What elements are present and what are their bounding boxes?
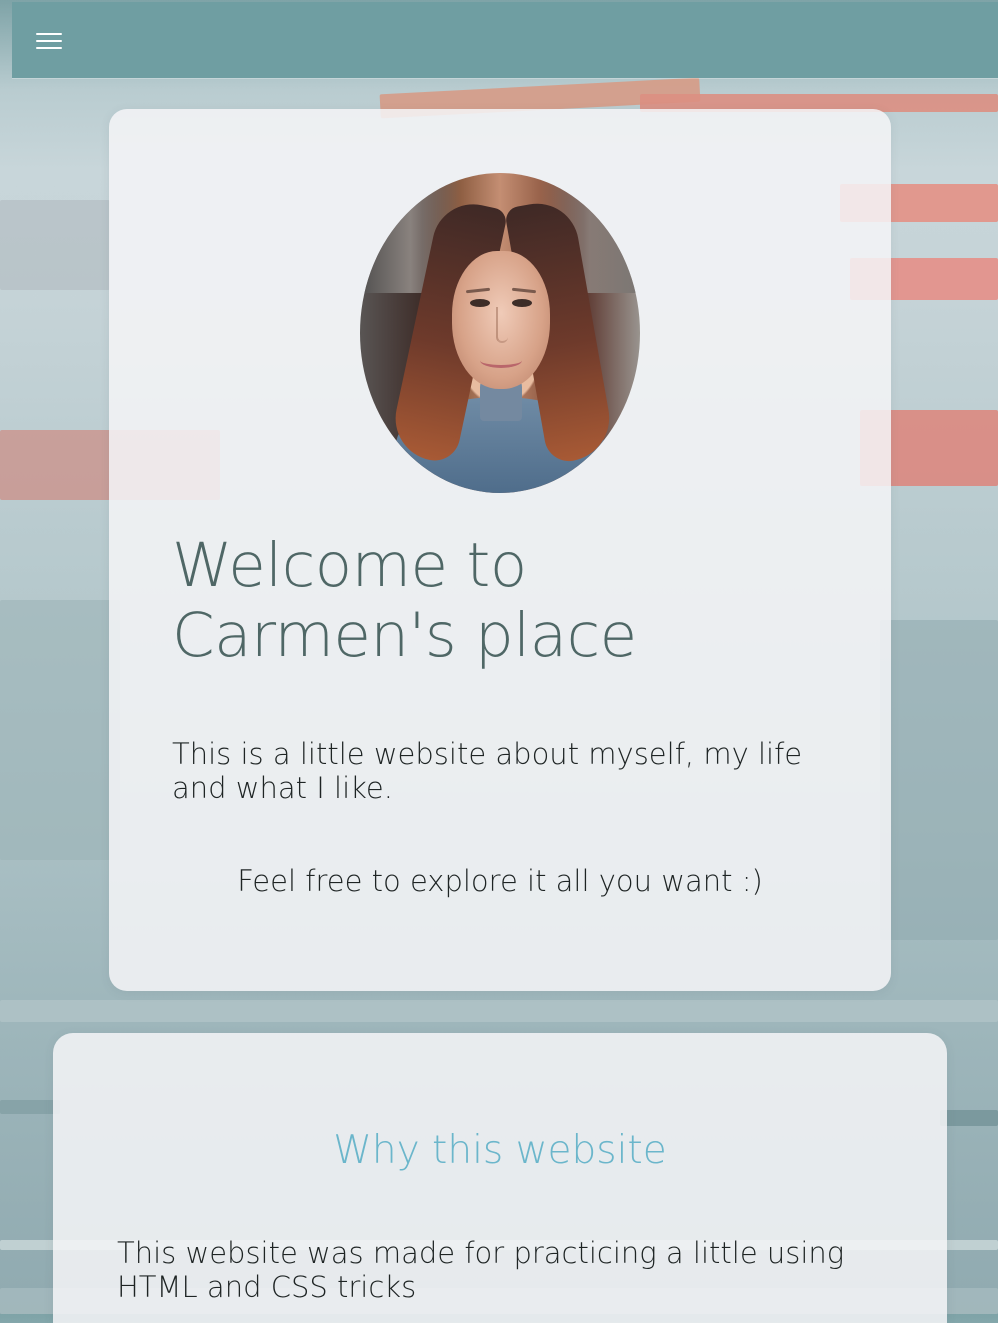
smile-shape <box>480 353 522 368</box>
explore-message: Feel free to explore it all you want :) <box>237 864 763 898</box>
face-shape <box>452 251 550 389</box>
hamburger-menu-icon[interactable] <box>36 32 62 50</box>
right-eyebrow <box>511 287 537 294</box>
top-navigation-bar <box>12 2 998 78</box>
why-this-website-card: Why this website This website was made f… <box>53 1033 947 1323</box>
background-brush-stroke <box>0 200 110 290</box>
background-brush-stroke <box>0 1000 998 1022</box>
intro-text: This is a little website about myself, m… <box>172 737 803 805</box>
left-eyebrow <box>465 287 491 294</box>
profile-photo <box>360 173 640 493</box>
background-brush-stroke <box>940 1110 998 1126</box>
nose-shape <box>496 307 508 343</box>
welcome-card: Welcome to Carmen's place This is a litt… <box>109 109 891 991</box>
menu-line-icon <box>36 47 62 49</box>
right-eye <box>512 299 532 307</box>
section-body-text: This website was made for practicing a l… <box>117 1236 845 1304</box>
menu-line-icon <box>36 40 62 42</box>
page-title: Welcome to Carmen's place <box>172 530 637 671</box>
background-brush-stroke <box>880 620 998 940</box>
background-brush-stroke <box>0 600 120 860</box>
background-brush-stroke <box>0 1100 60 1114</box>
section-heading: Why this website <box>333 1128 667 1173</box>
menu-line-icon <box>36 33 62 35</box>
left-eye <box>470 299 490 307</box>
